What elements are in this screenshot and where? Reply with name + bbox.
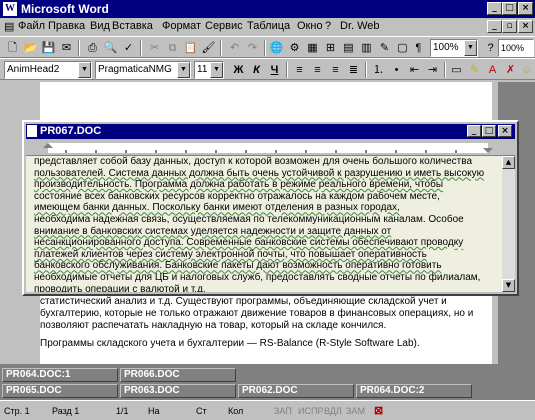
status-line: Ст <box>196 406 207 416</box>
maximize-button[interactable]: □ <box>502 2 517 15</box>
spelling-status-icon[interactable]: ⊠ <box>374 404 383 418</box>
ruler[interactable] <box>26 140 515 156</box>
menu-drweb[interactable]: Dr. Web <box>340 20 380 32</box>
doc-line: представляет собой базу данных, доступ к… <box>34 156 473 167</box>
app-title-bar: W Microsoft Word _ □ × <box>0 0 535 18</box>
mail-icon[interactable]: ✉ <box>58 40 75 56</box>
new-doc-icon[interactable]: 🗋 <box>4 40 21 56</box>
web-icon[interactable]: 🌐 <box>268 40 285 56</box>
show-marks-icon[interactable]: ¶ <box>410 40 427 56</box>
redo-icon[interactable]: ↷ <box>244 40 261 56</box>
format-painter-icon[interactable]: 🖌 <box>200 40 217 56</box>
doc-line: несанкционированного доступа. Современны… <box>34 237 464 249</box>
minimized-doc[interactable]: PR064.DOC:2 <box>356 384 472 398</box>
doc-line: состояние всех банковских ресурсов корре… <box>34 190 440 202</box>
columns-icon[interactable]: ▥ <box>358 40 375 56</box>
status-page: Стр. 1 <box>4 406 30 416</box>
doc-win-maximize-button[interactable]: □ <box>482 125 496 137</box>
doc-restore-button[interactable]: ▫ <box>502 20 517 33</box>
document-window: PR067.DOC _ □ × представляет собой базу … <box>22 120 519 296</box>
menu-view[interactable]: Вид <box>90 20 110 32</box>
doc-icon[interactable] <box>27 125 37 137</box>
minimized-doc[interactable]: PR062.DOC <box>238 384 354 398</box>
doc-line: банковского обслуживания. Банковские пак… <box>34 260 442 272</box>
zoom-select[interactable]: 100% ▼ <box>430 39 478 57</box>
help-icon[interactable]: ? <box>482 40 499 56</box>
status-bar: Стр. 1 Разд 1 1/1 На Ст Кол ЗАП ИСПР ВДЛ… <box>0 400 535 420</box>
doc-win-minimize-button[interactable]: _ <box>467 125 481 137</box>
print-icon[interactable]: ⎙ <box>84 40 101 56</box>
status-rec[interactable]: ЗАП <box>274 404 292 418</box>
status-pages: 1/1 <box>116 406 129 416</box>
spelling-icon[interactable]: ✓ <box>120 40 137 56</box>
doc-line: имеющем банки данных. Поскольку банки им… <box>34 202 400 214</box>
doc-line: платежей клиентов через систему электрон… <box>34 248 427 260</box>
scroll-down-icon[interactable]: ▼ <box>502 279 515 292</box>
status-track[interactable]: ИСПР <box>298 404 323 418</box>
menu-file[interactable]: Файл <box>18 20 45 32</box>
tables-icon[interactable]: ▦ <box>304 40 321 56</box>
chevron-down-icon[interactable]: ▼ <box>464 40 477 56</box>
excel-icon[interactable]: ▤ <box>340 40 357 56</box>
minimized-doc[interactable]: PR065.DOC <box>2 384 118 398</box>
menu-help[interactable]: ? <box>325 20 331 32</box>
bg-line-3: позволяют распечатать накладную на товар… <box>40 320 387 331</box>
minimized-doc[interactable]: PR066.DOC <box>120 368 236 382</box>
drawing-icon[interactable]: ✎ <box>376 40 393 56</box>
bg-line-1: статистический анализ и т.д. Существуют … <box>40 296 447 307</box>
menu-edit[interactable]: Правка <box>48 20 85 32</box>
doc-line: внимание в банковских системах уделяется… <box>34 225 392 237</box>
menu-format[interactable]: Формат <box>162 20 201 32</box>
undo-icon[interactable]: ↶ <box>226 40 243 56</box>
status-col: Кол <box>228 406 244 416</box>
document-title: PR067.DOC <box>40 125 102 137</box>
doc-line: необходима надежная связь, осуществляема… <box>34 213 464 225</box>
menu-table[interactable]: Таблица <box>247 20 290 32</box>
vertical-scrollbar[interactable]: ▲ ▼ <box>502 156 515 292</box>
menu-bar: ▤ Файл Правка Вид Вставка Формат Сервис … <box>0 18 535 36</box>
status-at: На <box>148 406 160 416</box>
bg-line-2: бухгалтерию, которые не только отражают … <box>40 308 474 319</box>
status-section: Разд 1 <box>52 406 80 416</box>
status-ext[interactable]: ВДЛ <box>324 404 342 418</box>
cut-icon[interactable]: ✂ <box>146 40 163 56</box>
minimized-doc[interactable]: PR064.DOC:1 <box>2 368 118 382</box>
menu-tools[interactable]: Сервис <box>205 20 243 32</box>
minimized-doc[interactable]: PR063.DOC <box>120 384 236 398</box>
web-toolbar-icon[interactable]: ⚙ <box>286 40 303 56</box>
menu-window[interactable]: Окно <box>297 20 323 32</box>
doc-line: необходимые отчеты для ЦБ и налоговых сл… <box>34 271 481 283</box>
word-app-icon[interactable]: W <box>3 2 17 16</box>
preview-icon[interactable]: 🔍 <box>102 40 119 56</box>
copy-icon[interactable]: ⧉ <box>164 40 181 56</box>
standard-toolbar: 🗋 📂 💾 ✉ ⎙ 🔍 ✓ ✂ ⧉ 📋 🖌 ↶ ↷ 🌐 ⚙ ▦ ⊞ ▤ ▥ ✎ … <box>0 36 535 58</box>
document-body[interactable]: представляет собой базу данных, доступ к… <box>26 156 515 292</box>
document-text[interactable]: представляет собой базу данных, доступ к… <box>34 156 502 292</box>
paste-icon[interactable]: 📋 <box>182 40 199 56</box>
menu-insert[interactable]: Вставка <box>112 20 153 32</box>
close-button[interactable]: × <box>518 2 533 15</box>
save-icon[interactable]: 💾 <box>40 40 57 56</box>
doc-close-button[interactable]: × <box>518 20 533 33</box>
open-icon[interactable]: 📂 <box>22 40 39 56</box>
doc-line: производительность. Программа должна раб… <box>34 179 444 191</box>
scroll-up-icon[interactable]: ▲ <box>502 156 515 169</box>
doc-line: пользователей. Система данных должна быт… <box>34 167 485 179</box>
status-ovr[interactable]: ЗАМ <box>346 404 365 418</box>
zoom-select-2[interactable]: 100% <box>498 39 534 57</box>
doc-map-icon[interactable]: ▢ <box>394 40 411 56</box>
doc-system-icon[interactable]: ▤ <box>4 20 14 33</box>
minimize-button[interactable]: _ <box>487 2 502 15</box>
doc-line: проводить операции с валютой и т.д. <box>34 283 206 292</box>
doc-win-close-button[interactable]: × <box>498 125 512 137</box>
insert-table-icon[interactable]: ⊞ <box>322 40 339 56</box>
doc-minimize-button[interactable]: _ <box>487 20 502 33</box>
document-title-bar[interactable]: PR067.DOC _ □ × <box>26 124 515 139</box>
bg-line-4: Программы складского учета и бухгалтерии… <box>40 338 420 349</box>
app-title: Microsoft Word <box>21 2 109 16</box>
